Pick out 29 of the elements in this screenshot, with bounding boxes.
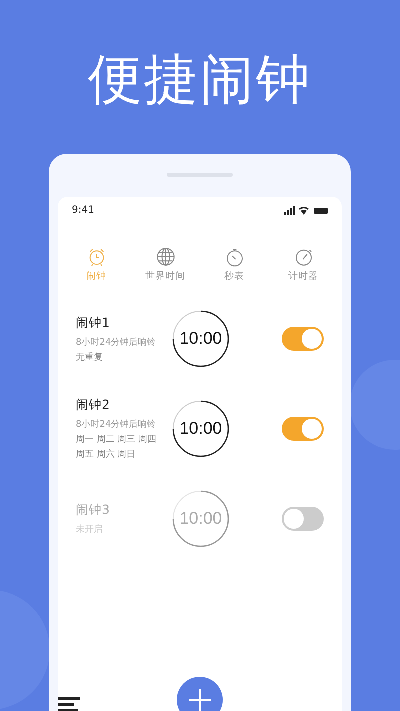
menu-icon[interactable] bbox=[58, 697, 82, 711]
status-time: 9:41 bbox=[72, 205, 94, 216]
tab[interactable]: 秒表 bbox=[204, 247, 264, 283]
toggle-switch[interactable] bbox=[282, 507, 324, 531]
repeat-days: 无重复 bbox=[76, 352, 172, 364]
dial-ring bbox=[172, 490, 230, 548]
globe-icon bbox=[156, 247, 176, 267]
dial-ring bbox=[172, 310, 230, 368]
tab[interactable]: 计时器 bbox=[274, 247, 334, 283]
stopwatch-icon bbox=[224, 247, 244, 267]
repeat-days: 周五 周六 周日 bbox=[76, 450, 172, 461]
alarm-name: 闹钟1 bbox=[76, 314, 111, 332]
repeat-days: 周一 周二 周三 周四 bbox=[76, 435, 172, 446]
alarm-note: 8小时24分钟后响铃 bbox=[76, 336, 158, 348]
alarm-time: 10:00 bbox=[180, 419, 222, 439]
tab[interactable]: 世界时间 bbox=[136, 247, 196, 283]
toggle-switch[interactable] bbox=[282, 417, 324, 441]
toggle-switch[interactable] bbox=[282, 327, 324, 351]
headline: 便捷闹钟 bbox=[88, 47, 312, 113]
alarm-name: 闹钟2 bbox=[76, 397, 111, 414]
alarm-note: 8小时24分钟后响铃 bbox=[76, 418, 158, 431]
timer-icon bbox=[294, 247, 314, 267]
alarm-name: 闹钟3 bbox=[76, 502, 111, 519]
alarm-time: 10:00 bbox=[180, 509, 222, 529]
status-icons bbox=[284, 206, 328, 215]
plus-icon bbox=[189, 689, 211, 711]
alarm-time: 10:00 bbox=[180, 329, 222, 349]
tab[interactable]: 闹钟 bbox=[66, 247, 126, 283]
dial-ring bbox=[172, 400, 230, 458]
